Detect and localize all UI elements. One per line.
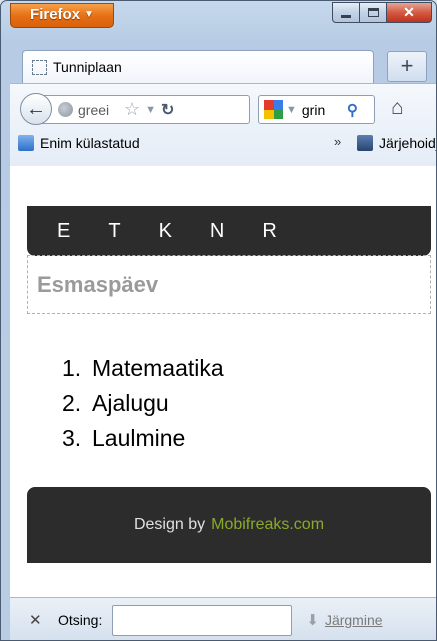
dropdown-arrow-icon: ▼ [84, 9, 94, 20]
bookmark-menu[interactable]: Järjehoidjad [357, 132, 436, 154]
page-viewport: E T K N R Esmaspäev 1. Matemaatika 2. Ajal… [10, 166, 436, 611]
search-icon[interactable]: ⚲ [347, 101, 358, 119]
maximize-button[interactable] [359, 2, 387, 23]
bookmarks-icon [357, 135, 373, 151]
tab-title: Tunniplaan [53, 59, 122, 75]
back-button[interactable]: ← [20, 93, 52, 125]
bookmark-most-visited[interactable]: Enim külastatud [18, 132, 140, 154]
day-heading: Esmaspäev [27, 255, 431, 314]
url-text: greei [78, 101, 110, 118]
subject-name: Laulmine [92, 425, 186, 451]
search-engine-dropdown-icon[interactable]: ▼ [286, 104, 297, 116]
footer-brand-link[interactable]: Mobifreaks.com [211, 516, 324, 534]
day-link[interactable]: E [57, 220, 70, 243]
browser-window: Firefox ▼ ✕ Tunniplaan + greei ☆ ▼ ↻ ← ▼ … [0, 0, 437, 641]
search-bar[interactable]: ▼ grin ⚲ [258, 95, 375, 124]
day-link[interactable]: N [210, 220, 224, 243]
find-label: Otsing: [58, 612, 103, 628]
find-next-button[interactable]: ⬇ Järgmine [306, 611, 382, 629]
new-tab-button[interactable]: + [387, 51, 427, 82]
firefox-menu-label: Firefox [30, 6, 81, 23]
reload-icon[interactable]: ↻ [161, 100, 174, 120]
subject-list: 1. Matemaatika 2. Ajalugu 3. Laulmine [62, 351, 224, 456]
maximize-icon [367, 8, 379, 17]
subject-name: Ajalugu [92, 390, 169, 416]
subject-name: Matemaatika [92, 355, 224, 381]
close-window-button[interactable]: ✕ [386, 2, 432, 23]
minimize-icon [341, 15, 351, 18]
bookmark-label: Enim külastatud [40, 135, 140, 151]
bookmarks-overflow-chevron[interactable]: » [334, 134, 341, 149]
firefox-menu-button[interactable]: Firefox ▼ [10, 3, 114, 28]
find-input[interactable] [112, 604, 293, 636]
day-link[interactable]: T [108, 220, 120, 243]
bookmark-label: Järjehoidjad [379, 135, 436, 151]
day-link[interactable]: R [262, 220, 276, 243]
day-title: Esmaspäev [37, 271, 159, 297]
search-text: grin [301, 101, 326, 118]
list-item: 3. Laulmine [62, 425, 186, 451]
day-link[interactable]: K [159, 220, 172, 243]
page-footer: Design by Mobifreaks.com [27, 487, 431, 563]
tab-tunniplaan[interactable]: Tunniplaan [22, 50, 374, 83]
most-visited-icon [18, 135, 34, 151]
close-find-bar-icon[interactable]: ✕ [29, 611, 47, 629]
back-arrow-icon: ← [26, 97, 46, 120]
down-arrow-icon: ⬇ [306, 612, 319, 629]
find-next-label: Järgmine [324, 612, 383, 628]
url-history-dropdown-icon[interactable]: ▼ [145, 104, 156, 116]
close-icon: ✕ [403, 4, 415, 20]
list-item: 2. Ajalugu [62, 390, 169, 416]
minimize-button[interactable] [332, 2, 360, 23]
home-button[interactable]: ⌂ [391, 96, 404, 120]
footer-credit: Design by [133, 516, 206, 533]
bookmark-star-icon[interactable]: ☆ [124, 99, 140, 120]
day-navigation: E T K N R [27, 206, 431, 256]
list-item: 1. Matemaatika [62, 355, 224, 381]
page-icon [32, 59, 47, 75]
plus-icon: + [400, 53, 414, 78]
url-bar[interactable]: greei ☆ ▼ ↻ [37, 95, 250, 124]
find-bar: ✕ Otsing: ⬇ Järgmine [10, 597, 436, 640]
home-icon: ⌂ [391, 96, 404, 119]
site-identity-icon[interactable] [58, 102, 73, 117]
window-controls: ✕ [332, 2, 432, 23]
search-engine-icon[interactable] [264, 100, 283, 119]
